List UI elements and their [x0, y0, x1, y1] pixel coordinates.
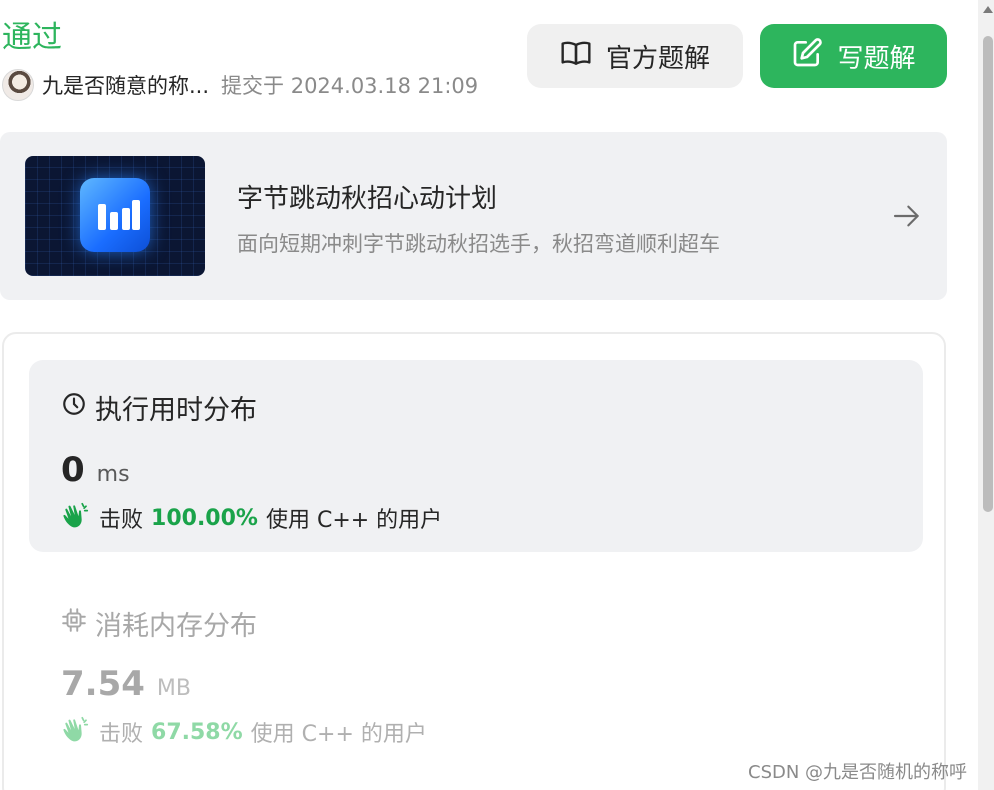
- promo-title: 字节跳动秋招心动计划: [237, 184, 498, 214]
- memory-heading-label: 消耗内存分布: [95, 611, 257, 642]
- avatar[interactable]: [2, 69, 34, 101]
- runtime-beat-percent: 100.00%: [151, 505, 258, 531]
- clock-icon: [61, 391, 87, 424]
- bytedance-logo-icon: [80, 178, 150, 252]
- write-solution-button[interactable]: 写题解: [760, 24, 947, 88]
- arrow-right-icon[interactable]: [891, 200, 923, 232]
- memory-beat-suffix: 使用 C++ 的用户: [250, 722, 427, 747]
- submission-result-page: 通过 九是否随意的称... 提交于 2024.03.18 21:09 官方题解 …: [0, 0, 994, 790]
- chip-icon: [61, 607, 87, 640]
- memory-number: 7.54: [61, 664, 145, 704]
- official-solution-button[interactable]: 官方题解: [527, 24, 743, 88]
- memory-beat-prefix: 击败: [99, 722, 144, 747]
- runtime-beat-prefix: 击败: [99, 508, 144, 533]
- memory-beat: 击败 67.58% 使用 C++ 的用户: [61, 714, 427, 750]
- memory-beat-percent: 67.58%: [151, 719, 243, 745]
- runtime-heading-label: 执行用时分布: [95, 395, 257, 426]
- scrollbar-thumb[interactable]: [983, 36, 993, 512]
- clap-icon: [61, 714, 91, 750]
- runtime-value: 0 ms: [61, 450, 130, 490]
- submission-info: 九是否随意的称... 提交于 2024.03.18 21:09: [2, 68, 478, 102]
- edit-icon: [791, 37, 823, 76]
- runtime-panel[interactable]: 执行用时分布 0 ms 击败 100.00% 使用 C++ 的用户: [29, 360, 923, 552]
- runtime-number: 0: [61, 450, 85, 490]
- memory-unit: MB: [156, 676, 191, 701]
- clap-icon: [61, 500, 91, 536]
- promo-banner[interactable]: 字节跳动秋招心动计划 面向短期冲刺字节跳动秋招选手，秋招弯道顺利超车: [0, 132, 947, 300]
- runtime-heading: 执行用时分布: [61, 388, 257, 427]
- user-name-link[interactable]: 九是否随意的称...: [42, 70, 209, 100]
- scroll-up-icon[interactable]: [983, 6, 993, 13]
- memory-value: 7.54 MB: [61, 664, 191, 704]
- promo-thumbnail: [25, 156, 205, 276]
- watermark: CSDN @九是否随机的称呼: [748, 762, 968, 783]
- promo-subtitle: 面向短期冲刺字节跳动秋招选手，秋招弯道顺利超车: [237, 232, 720, 256]
- submit-time: 提交于 2024.03.18 21:09: [221, 74, 479, 98]
- write-solution-label: 写题解: [837, 43, 916, 74]
- memory-panel[interactable]: 消耗内存分布 7.54 MB 击败 67.58% 使用 C++ 的用户: [29, 574, 923, 754]
- official-solution-label: 官方题解: [605, 43, 710, 74]
- book-open-icon: [560, 37, 592, 76]
- performance-card: 执行用时分布 0 ms 击败 100.00% 使用 C++ 的用户 消耗内存分布…: [2, 332, 946, 790]
- runtime-unit: ms: [96, 462, 130, 487]
- runtime-beat-suffix: 使用 C++ 的用户: [265, 508, 443, 533]
- status-title: 通过: [2, 20, 62, 55]
- memory-heading: 消耗内存分布: [61, 604, 257, 643]
- runtime-beat: 击败 100.00% 使用 C++ 的用户: [61, 500, 442, 536]
